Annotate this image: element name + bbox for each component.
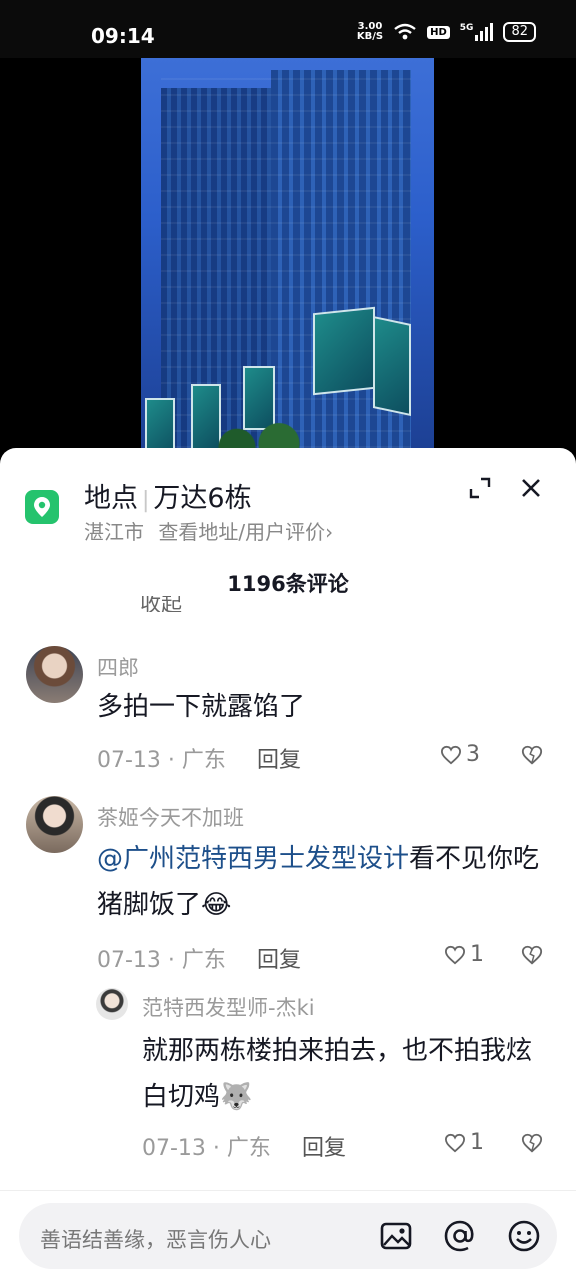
comment-region: 广东 bbox=[181, 948, 226, 973]
status-icons: 3.00 KB/S HD 5G 82 bbox=[357, 22, 536, 42]
like-count: 1 bbox=[470, 942, 484, 967]
like-button[interactable]: 1 bbox=[444, 1130, 484, 1155]
comments-sheet: 地点 | 万达6栋 湛江市 查看地址/用户评价› 1196条评论 收起 四郎 多拍一… bbox=[0, 448, 576, 1280]
comment-count: 1196条评论 bbox=[227, 572, 349, 596]
comment-input[interactable]: 善语结善缘，恶言伤人心 bbox=[19, 1203, 557, 1269]
dislike-icon[interactable] bbox=[521, 944, 543, 966]
billboard bbox=[243, 366, 275, 430]
like-count: 1 bbox=[470, 1130, 484, 1155]
comment-username[interactable]: 四郎 bbox=[97, 652, 139, 682]
reply-username[interactable]: 范特西发型师-杰ki bbox=[142, 992, 315, 1022]
comment-input-bar: 善语结善缘，恶言伤人心 bbox=[0, 1190, 576, 1281]
heart-icon bbox=[444, 1133, 466, 1152]
hd-badge: HD bbox=[427, 25, 450, 39]
status-bar: 09:14 3.00 KB/S HD 5G 82 bbox=[0, 0, 576, 58]
dislike-icon[interactable] bbox=[521, 1132, 543, 1154]
comment-meta: 07-13 · 广东 回复 bbox=[97, 748, 301, 773]
location-link[interactable]: 查看地址/用户评价› bbox=[158, 520, 333, 544]
media-area[interactable] bbox=[0, 58, 576, 458]
divider: | bbox=[142, 488, 150, 513]
reply-button[interactable]: 回复 bbox=[257, 948, 301, 973]
billboard bbox=[313, 306, 375, 396]
collapse-text[interactable]: 收起 bbox=[140, 596, 182, 612]
location-title[interactable]: 地点 | 万达6栋 bbox=[84, 476, 252, 515]
location-subtitle[interactable]: 湛江市 查看地址/用户评价› bbox=[84, 516, 333, 545]
close-icon[interactable] bbox=[519, 476, 543, 500]
location-city: 湛江市 bbox=[84, 520, 144, 544]
status-time: 09:14 bbox=[91, 24, 155, 48]
comment-username[interactable]: 茶姬今天不加班 bbox=[97, 802, 244, 832]
comment-text[interactable]: @广州范特西男士发型设计看不见你吃猪脚饭了😂 bbox=[97, 836, 547, 928]
avatar[interactable] bbox=[26, 646, 83, 703]
reply-date: 07-13 bbox=[142, 1136, 206, 1161]
reply-meta: 07-13 · 广东 回复 bbox=[142, 1136, 346, 1161]
wifi-icon bbox=[394, 23, 416, 40]
comment-region: 广东 bbox=[181, 748, 226, 773]
comment-date: 07-13 bbox=[97, 748, 161, 773]
reply-text[interactable]: 就那两栋楼拍来拍去，也不拍我炫白切鸡🐺 bbox=[142, 1028, 552, 1120]
location-place: 万达6栋 bbox=[153, 483, 252, 514]
comment-date: 07-13 bbox=[97, 948, 161, 973]
reply-button[interactable]: 回复 bbox=[302, 1136, 346, 1161]
emoji-icon[interactable] bbox=[507, 1219, 541, 1253]
like-button[interactable]: 1 bbox=[444, 942, 484, 967]
net-speed: 3.00 KB/S bbox=[356, 21, 384, 42]
battery-indicator: 82 bbox=[503, 22, 536, 42]
dislike-icon[interactable] bbox=[521, 744, 543, 766]
heart-icon bbox=[440, 745, 462, 764]
building-photo[interactable] bbox=[141, 58, 434, 458]
mention-icon[interactable] bbox=[443, 1219, 477, 1253]
like-button[interactable]: 3 bbox=[440, 742, 480, 767]
reply-region: 广东 bbox=[226, 1136, 271, 1161]
heart-icon bbox=[444, 945, 466, 964]
avatar[interactable] bbox=[26, 796, 83, 853]
avatar[interactable] bbox=[96, 988, 128, 1020]
reply-button[interactable]: 回复 bbox=[257, 748, 301, 773]
mention-link[interactable]: @广州范特西男士发型设计 bbox=[97, 844, 409, 874]
like-count: 3 bbox=[466, 742, 480, 767]
location-label: 地点 bbox=[84, 483, 138, 514]
expand-icon[interactable] bbox=[468, 476, 492, 500]
signal-icon: 5G bbox=[460, 23, 494, 41]
input-placeholder: 善语结善缘，恶言伤人心 bbox=[40, 1228, 271, 1252]
comment-meta: 07-13 · 广东 回复 bbox=[97, 948, 301, 973]
location-pin-icon[interactable] bbox=[25, 490, 59, 524]
comment-text[interactable]: 多拍一下就露馅了 bbox=[97, 684, 547, 730]
image-icon[interactable] bbox=[379, 1219, 413, 1253]
billboard bbox=[373, 315, 411, 417]
